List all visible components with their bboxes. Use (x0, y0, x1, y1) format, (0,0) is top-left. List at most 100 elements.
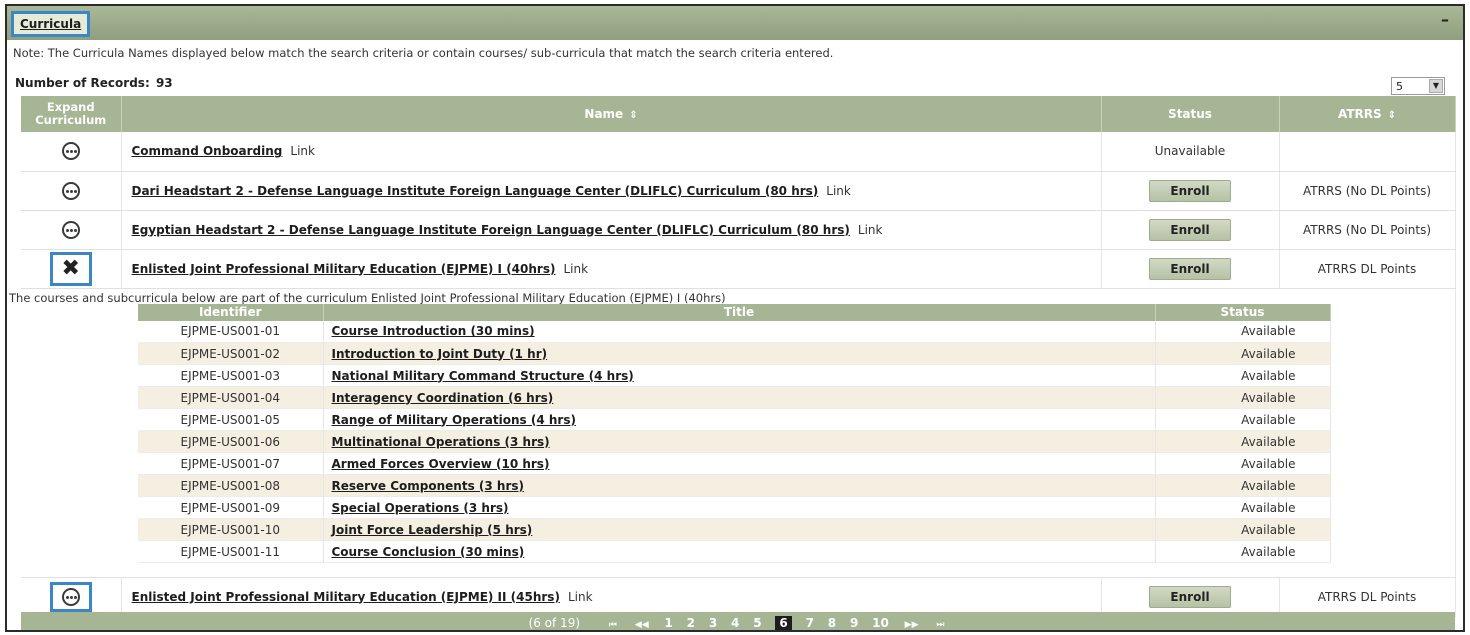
expand-more-icon[interactable] (61, 587, 80, 606)
page-link-8[interactable]: 8 (828, 616, 836, 630)
course-id: EJPME-US001-11 (138, 540, 324, 563)
atrrs-text: ATRRS (No DL Points) (1279, 171, 1456, 211)
col-expand-header: Expand Curriculum (21, 96, 122, 132)
expanded-detail-row: The courses and subcurricula below are p… (9, 288, 1456, 578)
sort-icon[interactable]: ⇕ (1388, 110, 1396, 121)
page-link-2[interactable]: 2 (687, 616, 695, 630)
status-text: Unavailable (1101, 132, 1280, 172)
records-value: 93 (155, 76, 173, 90)
link-label[interactable]: Link (563, 262, 588, 276)
course-row: EJPME-US001-09 Special Operations (3 hrs)… (138, 496, 1331, 519)
course-row: EJPME-US001-02 Introduction to Joint Duty… (138, 342, 1331, 365)
enroll-button[interactable]: Enroll (1149, 257, 1231, 280)
course-title-link[interactable]: National Military Command Structure (4 h… (332, 369, 634, 383)
course-row: EJPME-US001-06 Multinational Operations (… (138, 430, 1331, 453)
page-link-3[interactable]: 3 (709, 616, 717, 630)
subcurricula-note: The courses and subcurricula below are p… (9, 290, 726, 305)
page-link-current[interactable]: 6 (775, 616, 792, 630)
curriculum-name-link[interactable]: Dari Headstart 2 - Defense Language Inst… (132, 184, 819, 198)
course-id: EJPME-US001-08 (138, 474, 324, 497)
page-link-10[interactable]: 10 (872, 616, 889, 630)
curriculum-name-link[interactable]: Command Onboarding (132, 144, 283, 158)
atrrs-text: ATRRS DL Points (1279, 577, 1456, 617)
course-id: EJPME-US001-04 (138, 386, 324, 409)
page-link-9[interactable]: 9 (850, 616, 858, 630)
first-page-icon[interactable]: ⏮ (609, 620, 617, 630)
col-name-header[interactable]: Name ⇕ (121, 96, 1102, 132)
curriculum-name-link[interactable]: Enlisted Joint Professional Military Edu… (132, 262, 556, 276)
enroll-button[interactable]: Enroll (1149, 585, 1231, 608)
curriculum-name-link[interactable]: Enlisted Joint Professional Military Edu… (132, 590, 560, 604)
curriculum-name-link[interactable]: Egyptian Headstart 2 - Defense Language … (132, 223, 850, 237)
course-title-link[interactable]: Joint Force Leadership (5 hrs) (332, 523, 533, 537)
course-title-link[interactable]: Multinational Operations (3 hrs) (332, 435, 550, 449)
courses-table: Identifier Title Status EJPME-US001-01 Co… (138, 303, 1331, 563)
panel-titlebar: Curricula – (7, 6, 1463, 40)
chevron-down-icon[interactable]: ▼ (1429, 79, 1443, 93)
page-link-4[interactable]: 4 (731, 616, 739, 630)
page-link-5[interactable]: 5 (753, 616, 761, 630)
course-title-link[interactable]: Course Introduction (30 mins) (332, 324, 535, 338)
link-label[interactable]: Link (568, 590, 593, 604)
course-id: EJPME-US001-05 (138, 408, 324, 431)
course-title-link[interactable]: Armed Forces Overview (10 hrs) (332, 457, 550, 471)
course-status: Available (1154, 364, 1331, 387)
page-size-select[interactable]: 5 ▼ (1391, 77, 1445, 95)
prev-page-icon[interactable]: ◀◀ (635, 620, 649, 630)
course-title-link[interactable]: Special Operations (3 hrs) (332, 501, 509, 515)
course-title-link[interactable]: Reserve Components (3 hrs) (332, 479, 525, 493)
page-count: (6 of 19) (528, 616, 581, 630)
curricula-title-link[interactable]: Curricula (11, 11, 91, 37)
course-status: Available (1154, 496, 1331, 519)
enroll-button[interactable]: Enroll (1149, 218, 1231, 241)
col-atrrs-label: ATRRS (1337, 107, 1382, 121)
course-id: EJPME-US001-07 (138, 452, 324, 475)
link-label[interactable]: Link (290, 144, 315, 158)
col-identifier-header: Identifier (138, 303, 324, 321)
col-name-label: Name (584, 107, 624, 121)
search-note: Note: The Curricula Names displayed belo… (13, 46, 834, 60)
course-id: EJPME-US001-09 (138, 496, 324, 519)
course-title-link[interactable]: Introduction to Joint Duty (1 hr) (332, 347, 548, 361)
link-label[interactable]: Link (826, 184, 851, 198)
sort-icon[interactable]: ⇕ (629, 110, 637, 121)
atrrs-text: ATRRS DL Points (1279, 249, 1456, 289)
table-header-row: Expand Curriculum Name ⇕ Status ATRRS ⇕ (21, 96, 1456, 132)
courses-header-row: Identifier Title Status (138, 303, 1331, 321)
table-row: Enlisted Joint Professional Military Edu… (21, 577, 1456, 617)
course-status: Available (1154, 452, 1331, 475)
course-row: EJPME-US001-03 National Military Command … (138, 364, 1331, 387)
course-row: EJPME-US001-08 Reserve Components (3 hrs)… (138, 474, 1331, 497)
course-status: Available (1154, 474, 1331, 497)
collapse-icon[interactable]: – (1441, 10, 1449, 29)
close-icon[interactable]: ✖ (62, 256, 80, 281)
page-link-1[interactable]: 1 (664, 616, 672, 630)
curricula-table: Expand Curriculum Name ⇕ Status ATRRS ⇕ Co… (9, 96, 1456, 617)
course-status: Available (1154, 342, 1331, 365)
table-row: Dari Headstart 2 - Defense Language Inst… (21, 171, 1456, 211)
next-page-icon[interactable]: ▶▶ (905, 620, 919, 630)
last-page-icon[interactable]: ⏭ (936, 620, 944, 630)
course-status: Available (1154, 320, 1331, 343)
atrrs-text: ATRRS (No DL Points) (1279, 210, 1456, 250)
page-link-7[interactable]: 7 (806, 616, 814, 630)
course-status: Available (1154, 430, 1331, 453)
expand-more-icon[interactable] (61, 142, 80, 161)
course-id: EJPME-US001-10 (138, 518, 324, 541)
course-row: EJPME-US001-10 Joint Force Leadership (5 … (138, 518, 1331, 541)
expand-more-icon[interactable] (61, 181, 80, 200)
col-atrrs-header[interactable]: ATRRS ⇕ (1279, 96, 1456, 132)
expand-button[interactable] (49, 581, 92, 612)
course-row: EJPME-US001-11 Course Conclusion (30 mins… (138, 540, 1331, 563)
course-title-link[interactable]: Interagency Coordination (6 hrs) (332, 391, 554, 405)
course-title-link[interactable]: Range of Military Operations (4 hrs) (332, 413, 576, 427)
table-row: Egyptian Headstart 2 - Defense Language … (21, 210, 1456, 250)
enroll-button[interactable]: Enroll (1149, 179, 1231, 202)
atrrs-text (1279, 132, 1456, 172)
pagination-bar: (6 of 19) ⏮ ◀◀ 1 2 3 4 5 6 7 8 9 10 ▶▶ ⏭ (21, 612, 1455, 630)
course-title-link[interactable]: Course Conclusion (30 mins) (332, 545, 525, 559)
expand-more-icon[interactable] (61, 220, 80, 239)
collapse-button[interactable]: ✖ (49, 251, 92, 286)
link-label[interactable]: Link (858, 223, 883, 237)
page-size-value: 5 (1396, 80, 1403, 93)
